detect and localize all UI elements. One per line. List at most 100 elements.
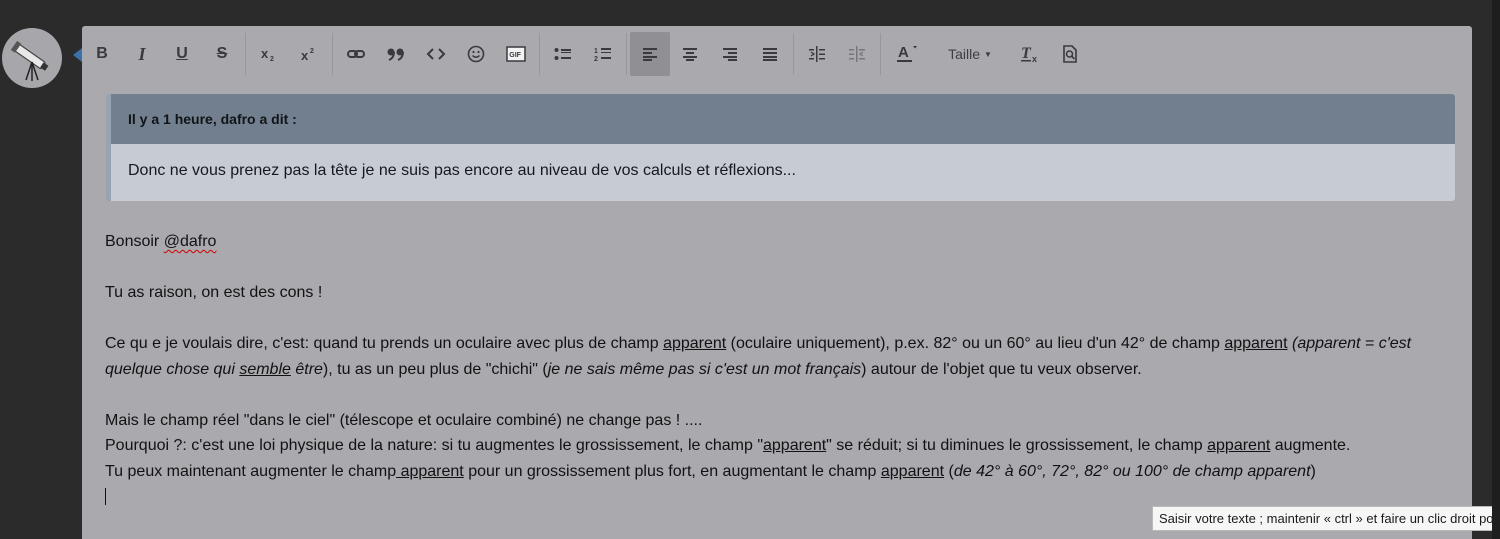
underlined-text: apparent [1224,335,1288,352]
text-color-icon: A [897,44,917,62]
text-run: pour un grossissement plus fort, en augm… [463,462,881,480]
text-run: ) [1310,462,1316,480]
user-avatar[interactable] [2,28,62,88]
indent-icon [809,46,825,62]
clear-format-icon: Tx [1021,45,1037,63]
editor-tooltip: Saisir votre texte ; maintenir « ctrl » … [1152,506,1500,531]
rich-text-editor[interactable]: B I U S x2 x2 GIF 12 A Taille ▼ T x Il y… [82,26,1472,539]
link-icon [347,50,365,58]
toolbar-separator [332,33,333,75]
strikethrough-button[interactable]: S [202,32,242,76]
toolbar-separator [880,33,881,75]
align-center-button[interactable] [670,32,710,76]
paragraph-greeting: Bonsoir @dafro [105,229,1435,255]
italic-button[interactable]: I [122,32,162,76]
quote-icon [387,48,404,61]
link-button[interactable] [336,32,376,76]
subscript-button[interactable]: x2 [249,32,289,76]
editor-toolbar: B I U S x2 x2 GIF 12 A Taille ▼ T x [82,30,1472,78]
text-run: ( [944,462,954,480]
italic-text: je ne sais même pas si c'est un mot fran… [547,360,862,378]
text-run: Pourquoi ?: c'est une loi physique de la… [105,437,763,454]
text-cursor [105,488,106,506]
underlined-text: apparent [880,462,945,480]
svg-text:A: A [898,44,909,61]
svg-text:1: 1 [594,48,598,55]
italic-underlined-text: semble [239,360,291,378]
page-scrollbar[interactable] [1492,0,1500,539]
numbered-list-icon: 12 [594,48,611,62]
editor-text-area[interactable]: Bonsoir @dafro Tu as raison, on est des … [105,229,1435,510]
emoji-icon [467,45,485,63]
svg-text:x: x [301,48,309,62]
quoted-message: Il y a 1 heure, dafro a dit : Donc ne vo… [106,94,1455,201]
text-run: Ce qu e je voulais dire, c'est: quand tu… [105,335,664,352]
outdent-button[interactable] [837,32,877,76]
indent-button[interactable] [797,32,837,76]
gif-icon: GIF [506,46,526,62]
underlined-text: apparent [396,462,464,480]
text-run: Tu peux maintenant augmenter le champ [105,462,397,480]
svg-text:2: 2 [270,56,274,62]
text-run: ) autour de l'objet que tu veux observer… [861,360,1142,378]
preview-button[interactable] [1050,32,1090,76]
toolbar-separator [245,33,246,75]
outdent-icon [849,46,865,62]
quote-header: Il y a 1 heure, dafro a dit : [111,94,1455,144]
superscript-button[interactable]: x2 [289,32,329,76]
font-size-label: Taille [948,46,980,62]
user-mention[interactable]: @dafro [164,233,217,250]
toolbar-separator [793,33,794,75]
emoji-button[interactable] [456,32,496,76]
paragraph-6: Tu peux maintenant augmenter le champ ap… [105,459,1435,485]
text-run: Bonsoir [105,233,164,250]
quote-body: Donc ne vous prenez pas la tête je ne su… [128,162,796,179]
code-button[interactable] [416,32,456,76]
svg-text:x: x [1032,54,1037,63]
underlined-text: apparent [663,335,727,352]
svg-text:2: 2 [594,56,598,62]
align-right-icon [723,48,737,61]
superscript-icon: x2 [301,48,314,62]
justify-button[interactable] [750,32,790,76]
text-run: " se réduit; si tu diminues le grossisse… [826,437,1208,454]
svg-text:2: 2 [310,48,314,55]
paragraph-2: Tu as raison, on est des cons ! [105,284,323,301]
toolbar-separator [626,33,627,75]
text-run: ), tu as un peu plus de "chichi" ( [322,360,548,378]
bold-button[interactable]: B [82,32,122,76]
paragraph-3: Ce qu e je voulais dire, c'est: quand tu… [105,331,1435,382]
align-left-icon [643,48,657,61]
align-right-button[interactable] [710,32,750,76]
italic-text: être [290,360,323,378]
svg-text:GIF: GIF [509,52,521,59]
code-icon [426,48,446,60]
numbered-list-button[interactable]: 12 [583,32,623,76]
bulleted-list-button[interactable] [543,32,583,76]
align-left-button[interactable] [630,32,670,76]
comment-pointer-icon [73,48,82,62]
clear-format-button[interactable]: Tx [1010,32,1050,76]
paragraph-4: Mais le champ réel "dans le ciel" (téles… [105,411,703,429]
bulleted-list-icon [554,48,571,60]
chevron-down-icon: ▼ [983,49,992,59]
align-center-icon [683,48,697,61]
underline-button[interactable]: U [162,32,202,76]
text-color-button[interactable]: A [884,32,930,76]
toolbar-separator [539,33,540,75]
subscript-icon: x2 [261,46,274,62]
svg-text:x: x [261,46,269,61]
font-size-dropdown[interactable]: Taille ▼ [930,32,1010,76]
svg-text:T: T [1021,45,1032,62]
text-run: (oculaire uniquement), p.ex. 82° ou un 6… [726,335,1225,352]
justify-icon [763,48,777,61]
text-run: augmente. [1270,437,1351,454]
underlined-text: apparent [1207,437,1271,454]
preview-icon [1063,45,1077,63]
underlined-text: apparent [763,437,827,454]
quote-button[interactable] [376,32,416,76]
gif-button[interactable]: GIF [496,32,536,76]
